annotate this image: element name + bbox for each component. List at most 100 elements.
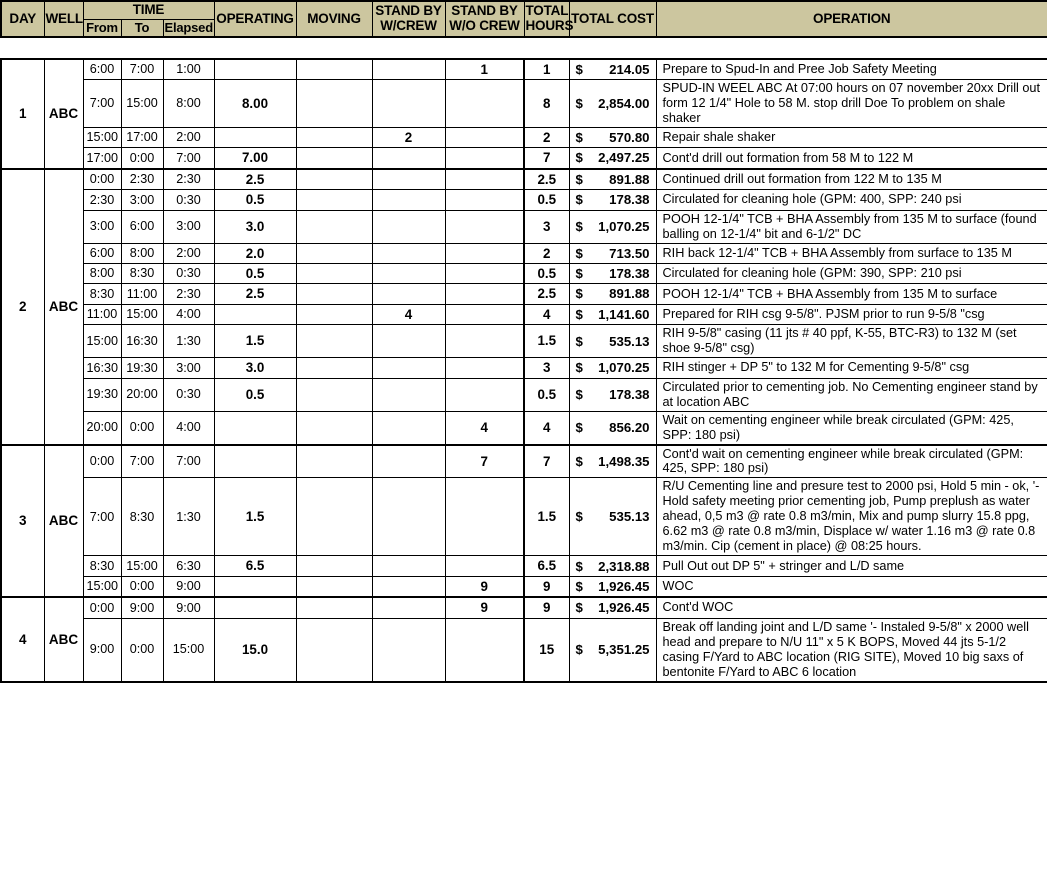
cost-amount: 1,926.45 (598, 600, 650, 616)
cell-operating: 0.5 (213, 377, 297, 412)
cell-operation: WOC (655, 575, 1047, 599)
cell-standby-without-crew: 9 (444, 575, 525, 599)
cost-amount: 178.38 (609, 386, 650, 402)
cell-operating (213, 575, 297, 599)
cost-amount: 535.13 (609, 509, 650, 525)
table-row: 3:00 6:00 3:00 3.0 3 $1,070.25 POOH 12-1/4" TC… (1, 209, 1047, 244)
cell-time-to: 16:30 (120, 324, 164, 359)
cell-time-elapsed: 1:30 (162, 477, 215, 557)
cell-operating: 2.5 (213, 283, 297, 305)
cell-total-hours: 9 (523, 575, 570, 599)
cell-total-cost: $1,070.25 (568, 209, 657, 244)
cell-total-hours: 7 (523, 147, 570, 170)
cell-moving (295, 79, 373, 128)
cell-standby-with-crew (371, 617, 446, 683)
cell-standby-with-crew (371, 79, 446, 128)
table-row: 7:00 15:00 8:00 8.00 8 $2,854.00 SPUD-IN WEEL … (1, 79, 1047, 128)
cell-operating: 3.0 (213, 209, 297, 244)
cell-operating: 7.00 (213, 147, 297, 170)
cell-total-hours: 4 (523, 303, 570, 326)
cell-standby-with-crew (371, 324, 446, 359)
cell-standby-with-crew (371, 443, 446, 479)
cell-standby-without-crew (444, 189, 525, 211)
cell-total-cost: $1,926.45 (568, 596, 657, 619)
cell-standby-with-crew (371, 477, 446, 557)
cell-time-from: 11:00 (82, 303, 122, 326)
cell-operation: Continued drill out formation from 122 M… (655, 167, 1047, 191)
cell-operating: 1.5 (213, 324, 297, 359)
cell-total-hours: 9 (523, 596, 570, 619)
cell-time-from: 15:00 (82, 575, 122, 599)
cell-moving (295, 167, 373, 191)
cell-total-hours: 2 (523, 242, 570, 264)
cost-amount: 891.88 (609, 171, 650, 187)
cell-time-elapsed: 7:00 (162, 147, 215, 170)
cell-standby-without-crew: 1 (444, 57, 525, 81)
cell-operating: 0.5 (213, 262, 297, 285)
table-row: 20:00 0:00 4:00 4 4 $856.20 Wait on cementing … (1, 410, 1047, 446)
cell-operating: 15.0 (213, 617, 297, 683)
cell-standby-with-crew (371, 596, 446, 619)
cell-operation: POOH 12-1/4" TCB + BHA Assembly from 135… (655, 209, 1047, 244)
cell-operating: 0.5 (213, 189, 297, 211)
cost-amount: 1,070.25 (598, 360, 650, 376)
cell-total-hours: 2.5 (523, 283, 570, 305)
cell-total-hours: 1 (523, 57, 570, 81)
cell-standby-without-crew (444, 167, 525, 191)
cell-total-hours: 15 (523, 617, 570, 683)
cell-time-elapsed: 2:00 (162, 242, 215, 264)
cell-operation: Cont'd WOC (655, 596, 1047, 619)
cell-moving (295, 126, 373, 149)
cell-operating: 3.0 (213, 357, 297, 379)
cell-total-hours: 0.5 (523, 262, 570, 285)
currency-symbol: $ (575, 150, 583, 166)
cell-standby-with-crew (371, 357, 446, 379)
currency-symbol: $ (575, 360, 583, 376)
cell-total-hours: 8 (523, 79, 570, 128)
cell-time-from: 3:00 (82, 209, 122, 244)
cell-time-to: 2:30 (120, 167, 164, 191)
cell-total-cost: $2,318.88 (568, 555, 657, 577)
cell-operating: 2.0 (213, 242, 297, 264)
cell-time-from: 6:00 (82, 242, 122, 264)
cell-standby-without-crew: 4 (444, 410, 525, 446)
table-row: 17:00 0:00 7:00 7.00 7 $2,497.25 Cont'd drill … (1, 147, 1047, 170)
total-hours-line1: TOTAL (525, 3, 569, 19)
cell-total-cost: $570.80 (568, 126, 657, 149)
cell-moving (295, 555, 373, 577)
table-row: 11:00 15:00 4:00 4 4 $1,141.60 Prepared for RI… (1, 303, 1047, 326)
cell-time-elapsed: 7:00 (162, 443, 215, 479)
cell-moving (295, 443, 373, 479)
cell-total-cost: $2,497.25 (568, 147, 657, 170)
cell-standby-with-crew (371, 283, 446, 305)
cell-day: 3 (0, 443, 45, 599)
cell-time-from: 20:00 (82, 410, 122, 446)
cell-time-elapsed: 15:00 (162, 617, 215, 683)
table-header: DAY WELL TIME OPERATING MOVING STAND BY … (0, 0, 1047, 38)
cell-operating: 2.5 (213, 167, 297, 191)
col-header-time-elapsed: Elapsed (162, 18, 215, 38)
cell-operating: 6.5 (213, 555, 297, 577)
col-header-day: DAY (0, 0, 45, 38)
cell-time-to: 3:00 (120, 189, 164, 211)
cell-moving (295, 262, 373, 285)
cell-standby-with-crew (371, 167, 446, 191)
cell-standby-with-crew: 2 (371, 126, 446, 149)
cell-total-cost: $1,070.25 (568, 357, 657, 379)
currency-symbol: $ (575, 333, 583, 349)
cost-amount: 2,854.00 (598, 95, 650, 111)
currency-symbol: $ (575, 130, 583, 146)
cell-standby-without-crew (444, 283, 525, 305)
cell-moving (295, 377, 373, 412)
cell-time-to: 8:30 (120, 477, 164, 557)
cell-moving (295, 242, 373, 264)
cell-standby-with-crew (371, 262, 446, 285)
cell-operation: Circulated for cleaning hole (GPM: 390, … (655, 262, 1047, 285)
cell-time-to: 9:00 (120, 596, 164, 619)
cell-time-elapsed: 2:30 (162, 283, 215, 305)
currency-symbol: $ (575, 558, 583, 574)
cell-standby-with-crew (371, 377, 446, 412)
col-header-moving: MOVING (295, 0, 373, 38)
cell-time-elapsed: 0:30 (162, 189, 215, 211)
cell-time-from: 15:00 (82, 324, 122, 359)
